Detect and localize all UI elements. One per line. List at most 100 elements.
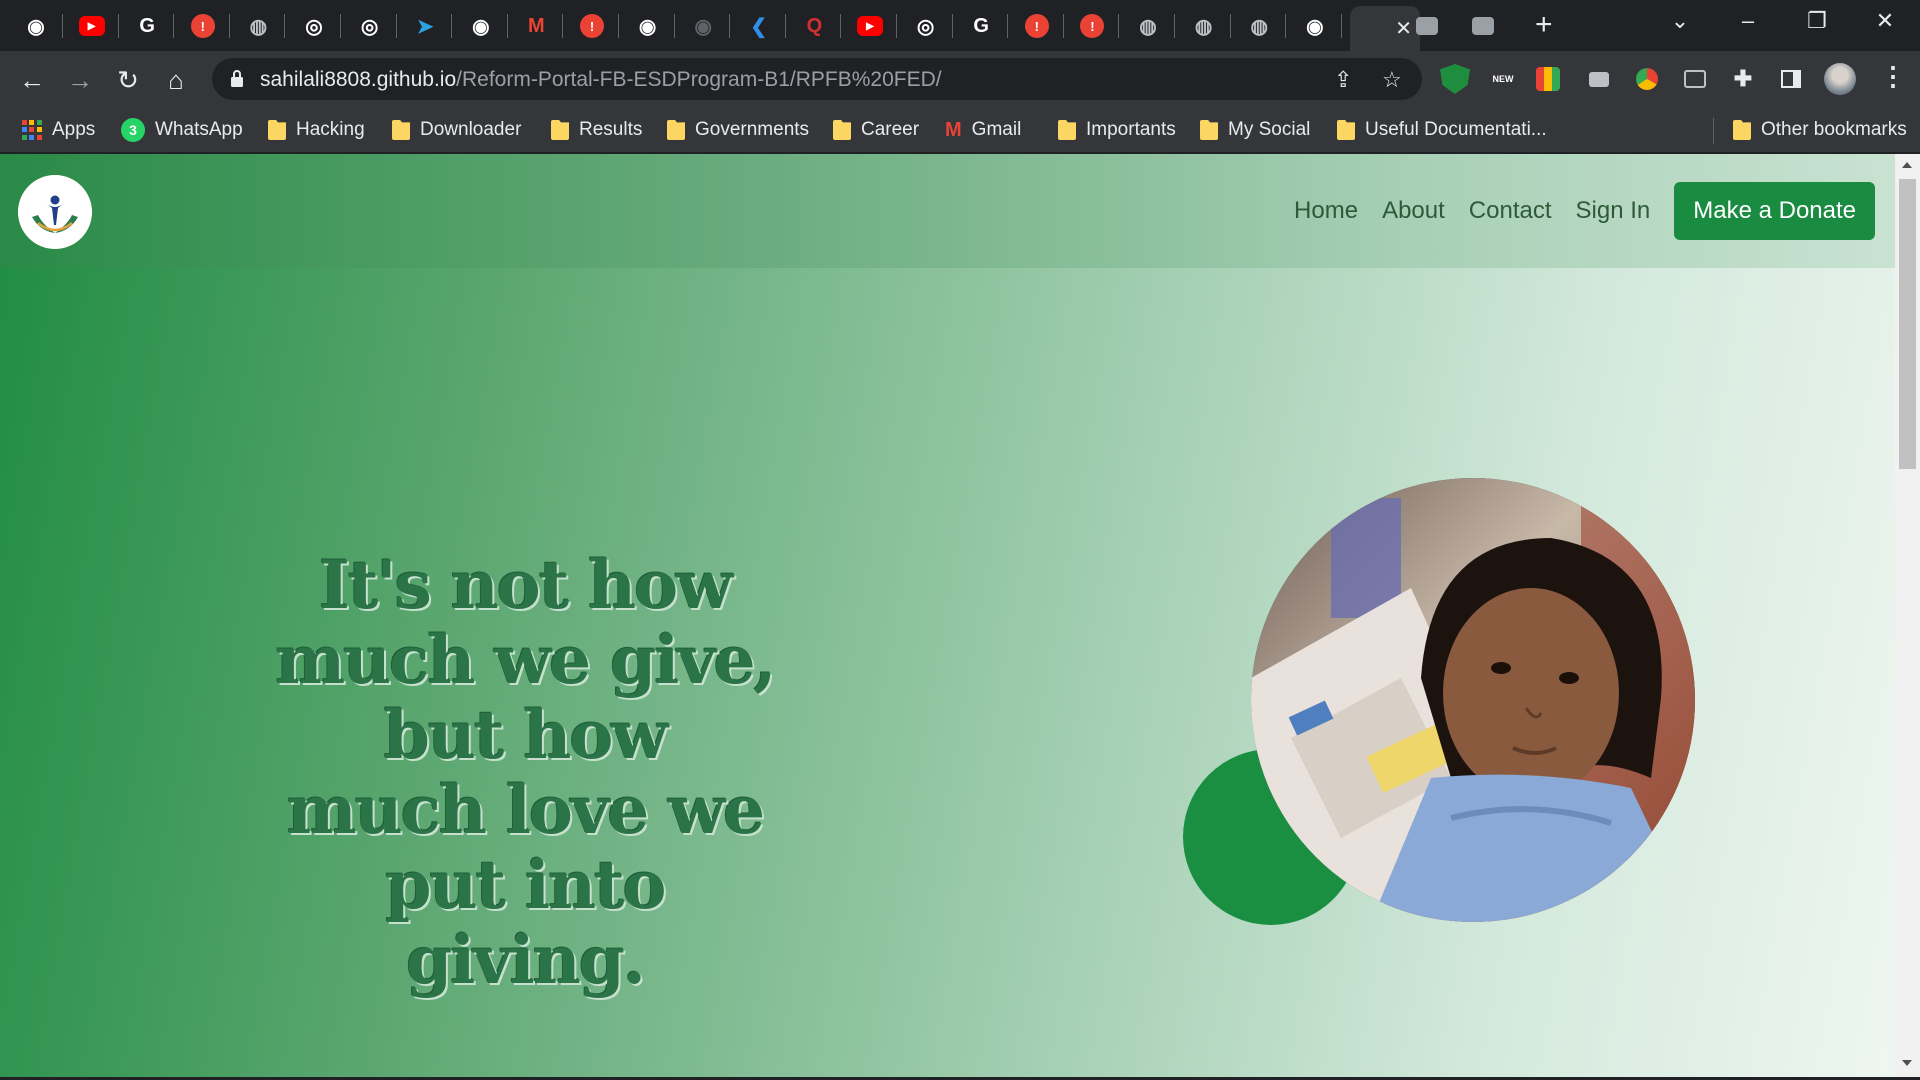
apps-grid-icon (22, 120, 42, 140)
github-icon: ◉ (1306, 15, 1324, 38)
camera-extension-icon[interactable] (1584, 64, 1614, 94)
url-host: sahilali8808.github.io (260, 68, 457, 91)
url-text: sahilali8808.github.io/Reform-Portal-FB-… (260, 68, 942, 92)
tab-separator (284, 14, 286, 38)
back-button[interactable]: ← (15, 63, 49, 97)
browser-tab[interactable]: ! (570, 6, 614, 46)
bookmark-other[interactable]: Other bookmarks (1733, 116, 1907, 144)
browser-tab[interactable]: M (514, 6, 558, 46)
colorpicker-extension-icon[interactable] (1536, 67, 1560, 91)
tab-separator (117, 14, 119, 38)
browser-tab[interactable]: ! (181, 6, 225, 46)
browser-tab[interactable]: ➤ (403, 6, 447, 46)
tab-separator (562, 14, 564, 38)
shield-extension-icon[interactable] (1440, 64, 1470, 94)
bookmark-importants[interactable]: Importants (1058, 116, 1176, 144)
tab-separator (673, 14, 675, 38)
tab-separator (506, 14, 508, 38)
browser-tab[interactable]: ◎ (904, 6, 948, 46)
make-donate-button[interactable]: Make a Donate (1674, 182, 1875, 240)
site-navbar: Home About Contact Sign In Make a Donate (0, 154, 1895, 268)
bookmark-label: Hacking (296, 119, 365, 140)
scroll-down-arrow-icon[interactable] (1902, 1060, 1912, 1066)
share-icon[interactable]: ⇪ (1334, 67, 1352, 93)
bookmark-hacking[interactable]: Hacking (268, 116, 365, 144)
bookmark-label: Results (579, 119, 643, 140)
bookmark-career[interactable]: Career (833, 116, 919, 144)
tab-search-icon[interactable]: ⌄ (1660, 8, 1700, 34)
charity-logo[interactable] (18, 175, 92, 249)
scroll-up-arrow-icon[interactable] (1902, 162, 1912, 168)
tab-separator (896, 14, 897, 38)
browser-tab[interactable]: ❮ (737, 6, 781, 46)
restore-button[interactable]: ❐ (1797, 8, 1837, 34)
nav-home[interactable]: Home (1294, 197, 1358, 225)
whatsapp-icon: 3 (121, 118, 145, 142)
nav-sign-in[interactable]: Sign In (1576, 197, 1651, 225)
page-scrollbar[interactable] (1895, 154, 1920, 1077)
address-bar[interactable]: sahilali8808.github.io/Reform-Portal-FB-… (212, 58, 1422, 100)
browser-tab[interactable]: ◉ (459, 6, 503, 46)
browser-tab[interactable]: ◉ (1293, 6, 1337, 46)
forward-button[interactable]: → (63, 63, 97, 97)
minimize-button[interactable]: – (1728, 8, 1768, 34)
globe-icon: ◍ (1194, 15, 1213, 38)
new-tab-button[interactable]: + (1535, 10, 1553, 40)
browser-tab[interactable]: ▶ (70, 6, 114, 46)
tool-extension-icon[interactable] (1680, 64, 1710, 94)
browser-tab[interactable]: ◍ (236, 6, 280, 46)
chrome-extension-icon[interactable] (1632, 64, 1662, 94)
quote-line: much love we (286, 771, 765, 849)
bookmark-whatsapp[interactable]: 3 WhatsApp (121, 116, 243, 144)
quote-line: put into (385, 846, 666, 924)
github-icon: ◉ (638, 15, 657, 38)
browser-tab[interactable]: ◍ (1237, 6, 1281, 46)
bookmark-downloader[interactable]: Downloader (392, 116, 521, 144)
youtube-icon: ▶ (78, 16, 105, 36)
bookmark-label: Downloader (420, 119, 522, 140)
bookmark-my-social[interactable]: My Social (1200, 116, 1310, 144)
bookmark-governments[interactable]: Governments (667, 116, 809, 144)
close-window-button[interactable]: ✕ (1865, 8, 1905, 34)
browser-tab[interactable]: ◍ (1182, 6, 1226, 46)
profile-avatar[interactable] (1824, 63, 1856, 95)
nav-about[interactable]: About (1382, 197, 1445, 225)
bookmark-results[interactable]: Results (551, 116, 642, 144)
bookmark-star-icon[interactable]: ☆ (1382, 67, 1402, 93)
bookmark-apps[interactable]: Apps (22, 116, 95, 144)
browser-tab[interactable]: ◎ (348, 6, 392, 46)
bookmark-gmail[interactable]: M Gmail (945, 116, 1021, 144)
browser-tab[interactable]: ! (1015, 6, 1059, 46)
alert-icon: ! (580, 14, 604, 38)
bookmark-label: Useful Documentati... (1365, 119, 1547, 140)
side-panel-icon[interactable] (1776, 64, 1806, 94)
nav-contact[interactable]: Contact (1469, 197, 1552, 225)
browser-tab[interactable]: ◉ (681, 6, 725, 46)
browser-tab[interactable]: ! (1070, 6, 1114, 46)
browser-tab[interactable]: ◍ (1126, 6, 1170, 46)
tab-separator (340, 14, 341, 38)
tab-camera[interactable] (1405, 6, 1449, 46)
browser-tab[interactable]: G (959, 6, 1003, 46)
tab-separator (1118, 14, 1120, 38)
browser-tab[interactable]: G (125, 6, 169, 46)
new-extension-icon[interactable]: NEW (1488, 64, 1518, 94)
gmail-icon: M (945, 118, 962, 141)
tab-separator (62, 14, 63, 38)
chrome-menu-icon[interactable]: ⋮ (1880, 61, 1906, 92)
browser-tab[interactable]: ◎ (292, 6, 336, 46)
bookmarks-bar: Apps 3 WhatsApp Hacking Downloader Resul… (0, 108, 1920, 153)
reload-button[interactable]: ↻ (111, 63, 145, 97)
home-button[interactable]: ⌂ (159, 63, 193, 97)
scroll-thumb[interactable] (1899, 179, 1916, 469)
url-path: /Reform-Portal-FB-ESDProgram-B1/RPFB%20F… (456, 68, 942, 91)
browser-tab[interactable]: ▶ (848, 6, 892, 46)
extensions-puzzle-icon[interactable]: ✚ (1728, 64, 1758, 94)
bookmark-useful-docs[interactable]: Useful Documentati... (1337, 116, 1547, 144)
tab-camera-2[interactable] (1461, 6, 1505, 46)
tab-separator (1285, 14, 1287, 38)
browser-tab[interactable]: Q (792, 6, 836, 46)
browser-tab[interactable]: ◉ (14, 6, 58, 46)
browser-tab[interactable]: ◉ (626, 6, 670, 46)
tab-separator (1340, 14, 1342, 38)
